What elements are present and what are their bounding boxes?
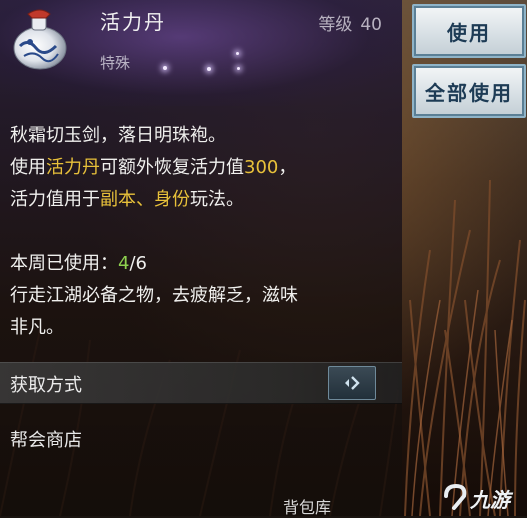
potion-bottle-icon: [13, 9, 67, 70]
item-level: 等级 40: [318, 10, 382, 35]
item-description: 秋霜切玉剑，落日明珠袍。 使用活力丹可额外恢复活力值300， 活力值用于副本、身…: [10, 120, 390, 344]
highlight-item-name: 活力丹: [46, 157, 100, 178]
item-detail-panel: 活力丹 特殊 等级 40 秋霜切玉剑，落日明珠袍。 使用活力丹可额外恢复活力值30…: [0, 0, 402, 517]
sparkle: [236, 52, 239, 55]
description-line: 活力值用于副本、身份玩法。: [10, 189, 244, 210]
acquire-section-header: 获取方式: [0, 362, 402, 404]
level-value: 40: [360, 15, 382, 35]
level-label: 等级: [318, 15, 353, 35]
usage-current: 4: [118, 253, 130, 274]
watermark-logo: 九游: [440, 482, 524, 512]
arrow-right-icon: [345, 376, 360, 390]
sparkle: [163, 66, 167, 70]
acquire-source[interactable]: 帮会商店: [10, 426, 82, 452]
acquire-title: 获取方式: [10, 375, 82, 396]
usage-max: 6: [135, 253, 147, 274]
item-name: 活力丹: [100, 10, 166, 34]
backpack-label: 背包库: [283, 498, 332, 517]
description-line: 非凡。: [10, 317, 64, 338]
description-line: 秋霜切玉剑，落日明珠袍。: [10, 125, 226, 146]
use-button[interactable]: 使用: [412, 4, 526, 58]
description-line: 使用活力丹可额外恢复活力值300，: [10, 157, 297, 178]
item-type: 特殊: [100, 54, 131, 72]
highlight-usage: 副本、身份: [100, 189, 190, 210]
highlight-value: 300: [244, 157, 279, 178]
weekly-usage: 本周已使用：4/6: [10, 253, 147, 274]
nine-game-logo-icon: [444, 483, 467, 510]
sparkle: [237, 67, 240, 70]
use-all-button[interactable]: 全部使用: [412, 64, 526, 118]
sparkle: [207, 67, 211, 71]
watermark-text: 九游: [470, 488, 510, 512]
acquire-go-button[interactable]: [328, 366, 376, 400]
description-line: 行走江湖必备之物，去疲解乏，滋味: [10, 285, 298, 306]
